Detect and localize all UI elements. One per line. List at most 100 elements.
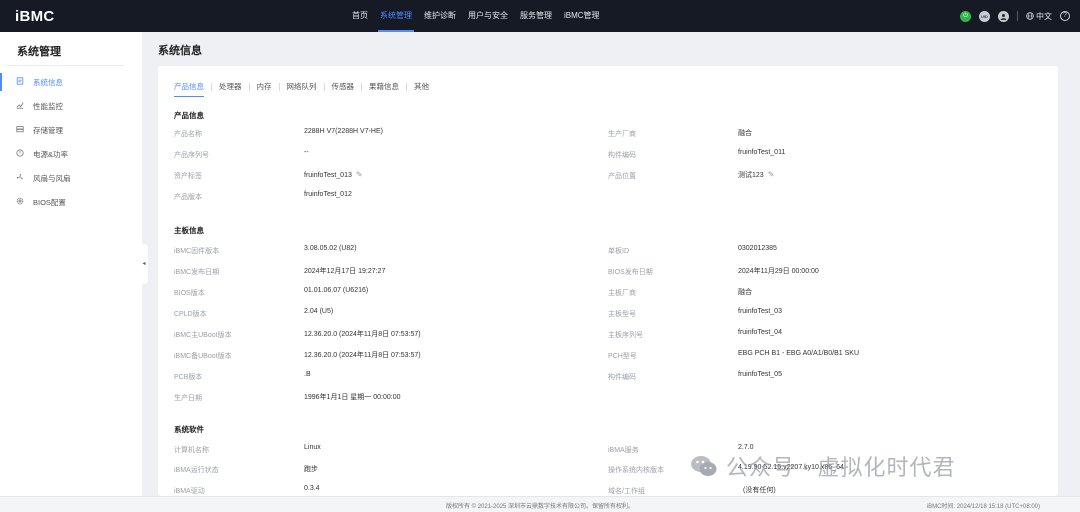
sidebar-item-system-info[interactable]: 系统信息 — [0, 71, 142, 93]
help-icon[interactable]: ? — [1060, 11, 1070, 21]
field-value: fruinfoTest_013 — [304, 172, 352, 179]
top-nav: 首页 系统管理 维护诊断 用户与安全 服务管理 iBMC管理 — [346, 0, 606, 32]
tab-product-info[interactable]: 产品信息 — [174, 81, 204, 97]
user-icon[interactable] — [998, 10, 1009, 22]
tab-memory[interactable]: 内存 — [257, 81, 272, 97]
field-label: iBMC发布日期 — [174, 269, 220, 276]
tab-divider — [278, 82, 280, 91]
field-value: 3.08.05.02 (U82) — [304, 245, 357, 252]
language-switch[interactable]: 中文 — [1026, 11, 1052, 22]
info-tabs: 产品信息 处理器 内存 网络队列 传感器 果藉信息 其他 — [174, 81, 429, 97]
sidebar: 系统管理 系统信息 性能监控 存储管理 电源&功率 风扇与风扇 BIOS配置 — [0, 32, 142, 496]
tab-divider — [211, 82, 212, 91]
field-value: EBG PCH B1 - EBG A0/A1/B0/B1 SKU — [738, 350, 859, 357]
tab-other[interactable]: 其他 — [414, 81, 429, 97]
field-label: iBMC主UBoot版本 — [174, 332, 232, 339]
tab-divider — [406, 82, 407, 91]
divider — [1017, 11, 1018, 21]
tab-fru-info[interactable]: 果藉信息 — [369, 81, 399, 97]
field-label: iBMC备UBoot版本 — [174, 353, 232, 360]
fan-icon — [15, 173, 25, 183]
nav-services[interactable]: 服务管理 — [514, 0, 558, 32]
field-value: Linux — [304, 444, 321, 451]
field-label: 主板厂商 — [608, 290, 636, 297]
field-value: 0302012385 — [738, 245, 777, 252]
field-value: fruinfoTest_04 — [738, 329, 782, 336]
sidebar-divider — [6, 65, 124, 66]
tab-network-queue[interactable]: 网络队列 — [287, 81, 317, 97]
section-title-board: 主板信息 — [174, 226, 204, 235]
tab-sensors[interactable]: 传感器 — [332, 81, 355, 97]
field-label: PCB版本 — [174, 374, 203, 381]
edit-icon[interactable]: ✎ — [768, 170, 775, 179]
sidebar-item-bios[interactable]: BIOS配置 — [0, 191, 142, 213]
field-label: 主板序列号 — [608, 332, 643, 339]
field-value: 融合 — [738, 130, 752, 137]
sidebar-item-label: BIOS配置 — [33, 197, 66, 207]
field-label: iBMA运行状态 — [174, 467, 219, 474]
product-location-value: 测试123 ✎ — [738, 170, 774, 180]
field-value: fruinfoTest_03 — [738, 308, 782, 315]
nav-home[interactable]: 首页 — [346, 0, 374, 32]
field-label: 构件编码 — [608, 152, 636, 159]
sidebar-item-fan[interactable]: 风扇与风扇 — [0, 167, 142, 189]
nav-ibmc-management[interactable]: iBMC管理 — [558, 0, 606, 32]
top-bar: iBMC 首页 系统管理 维护诊断 用户与安全 服务管理 iBMC管理 ⏻ UI… — [0, 0, 1080, 32]
field-value: fruinfoTest_012 — [304, 191, 352, 198]
field-value: (没有任何) — [743, 487, 776, 494]
wechat-logo-icon — [690, 454, 718, 478]
sidebar-item-power[interactable]: 电源&功率 — [0, 143, 142, 165]
chart-icon — [15, 101, 25, 111]
field-label: 操作系统内核版本 — [608, 467, 664, 474]
watermark: 公众号 · 虚拟化时代君 — [690, 450, 956, 482]
field-label: iBMA驱动 — [174, 488, 205, 495]
sidebar-item-label: 系统信息 — [33, 77, 63, 87]
field-label: 生产厂商 — [608, 131, 636, 138]
power-icon — [15, 149, 25, 159]
field-value: 01.01.06.07 (U6216) — [304, 287, 369, 294]
app-logo[interactable]: iBMC — [15, 8, 55, 25]
field-value: 2024年12月17日 19:27:27 — [304, 268, 386, 275]
nav-maintenance[interactable]: 维护诊断 — [418, 0, 462, 32]
nav-users-security[interactable]: 用户与安全 — [462, 0, 514, 32]
asset-tag-value: fruinfoTest_013 ✎ — [304, 170, 363, 179]
copyright-text: 版权所有 © 2021-2025 深圳市云鼎数字技术有限公司。保留所有权利。 — [445, 504, 635, 510]
sidebar-collapse-handle[interactable]: ◂ — [140, 244, 148, 284]
sidebar-item-label: 性能监控 — [33, 101, 63, 111]
sidebar-item-storage[interactable]: 存储管理 — [0, 119, 142, 141]
field-value: 融合 — [738, 289, 752, 296]
uid-icon[interactable]: UID — [979, 10, 990, 22]
watermark-text: 公众号 · 虚拟化时代君 — [726, 455, 956, 480]
field-label: 主板型号 — [608, 311, 636, 318]
field-label: BIOS发布日期 — [608, 269, 653, 276]
field-value: -- — [304, 149, 309, 156]
field-value: 1996年1月1日 星期一 00:00:00 — [304, 394, 401, 401]
nav-system-management[interactable]: 系统管理 — [374, 0, 418, 32]
sidebar-title: 系统管理 — [17, 46, 61, 58]
globe-icon — [1026, 12, 1034, 20]
field-value: fruinfoTest_011 — [738, 149, 786, 156]
sidebar-item-label: 电源&功率 — [33, 149, 69, 159]
sidebar-item-performance[interactable]: 性能监控 — [0, 95, 142, 117]
field-value: 2288H V7(2288H V7-HE) — [304, 128, 383, 135]
field-label: 域名/工作组 — [608, 488, 645, 495]
field-label: 资产标签 — [174, 173, 202, 180]
tab-divider — [323, 82, 325, 91]
field-label: iBMC固件版本 — [174, 248, 220, 255]
field-label: 生产日期 — [174, 395, 202, 402]
ibmc-time: iBMC时间: 2024/12/18 15:18 (UTC+08:00) — [926, 504, 1040, 510]
edit-icon[interactable]: ✎ — [356, 170, 363, 179]
field-label: CPLD版本 — [174, 311, 207, 318]
gear-icon — [15, 197, 25, 207]
power-status-icon[interactable]: ⏻ — [960, 10, 971, 22]
field-value: .B — [304, 371, 311, 378]
field-label: 构件编码 — [608, 374, 636, 381]
system-info-icon — [15, 77, 25, 87]
field-value: 2024年11月29日 00:00:00 — [738, 268, 819, 275]
section-title-product: 产品信息 — [174, 111, 204, 120]
field-label: 产品序列号 — [174, 152, 209, 159]
tab-processor[interactable]: 处理器 — [219, 81, 242, 97]
top-right-tools: ⏻ UID 中文 ? — [960, 0, 1070, 32]
field-value: 测试123 — [738, 172, 764, 179]
tab-divider — [248, 82, 250, 91]
